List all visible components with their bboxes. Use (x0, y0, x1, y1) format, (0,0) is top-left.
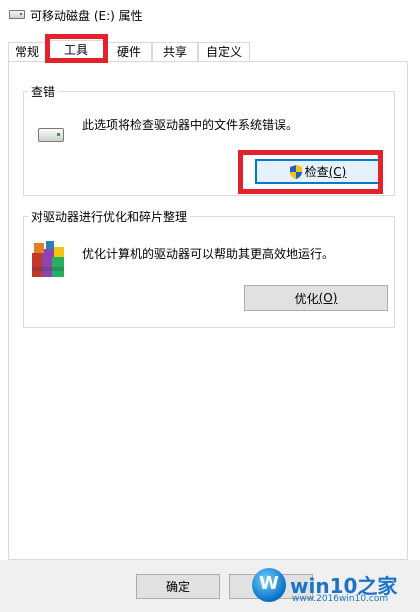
ok-button[interactable]: 确定 (136, 574, 220, 599)
watermark-logo: W win10之家 www.2016win10.com (248, 566, 418, 608)
check-button-accelerator: (C) (328, 164, 347, 179)
uac-shield-icon (289, 164, 302, 179)
tab-strip: 常规 工具 硬件 共享 自定义 (0, 40, 420, 63)
optimize-group: 对驱动器进行优化和碎片整理 优化计算机的驱动器可以帮助其更高效地运行。 优化 (O… (23, 208, 395, 328)
tab-sharing[interactable]: 共享 (152, 42, 198, 61)
drive-icon (9, 10, 25, 19)
drive-icon (38, 128, 64, 142)
error-check-group: 查错 此选项将检查驱动器中的文件系统错误。 检查 (C) (23, 83, 395, 196)
error-check-description: 此选项将检查驱动器中的文件系统错误。 (82, 118, 299, 132)
tab-tools[interactable]: 工具 (46, 40, 106, 63)
dialog-footer: 确定 W win10之家 www.2016win10.com (0, 560, 420, 612)
optimize-description: 优化计算机的驱动器可以帮助其更高效地运行。 (82, 247, 335, 261)
optimize-button-label: 优化 (294, 291, 319, 306)
check-button-label: 检查 (304, 165, 329, 179)
tools-panel: 查错 此选项将检查驱动器中的文件系统错误。 检查 (C) 对驱动器进行优化和碎片整… (8, 61, 408, 560)
tab-hardware[interactable]: 硬件 (106, 42, 152, 61)
tab-general[interactable]: 常规 (8, 42, 46, 61)
group-title: 查错 (28, 83, 59, 100)
optimize-button[interactable]: 优化 (O) (244, 285, 388, 311)
check-button[interactable]: 检查 (C) (255, 159, 381, 184)
optimize-button-accelerator: (O) (318, 291, 338, 305)
watermark-logo-letter: W (259, 573, 279, 594)
defrag-icon (32, 241, 64, 277)
tab-customize[interactable]: 自定义 (198, 42, 250, 61)
group-title: 对驱动器进行优化和碎片整理 (28, 208, 191, 225)
title-bar: 可移动磁盘 (E:) 属性 (0, 0, 420, 30)
watermark-url: www.2016win10.com (292, 594, 389, 604)
window-title: 可移动磁盘 (E:) 属性 (30, 9, 143, 23)
